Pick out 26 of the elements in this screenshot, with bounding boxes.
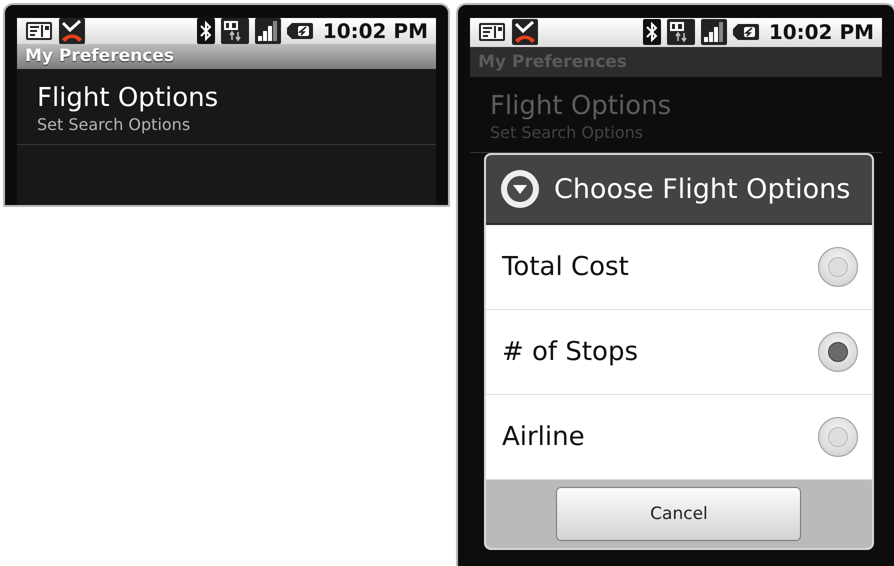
preference-summary: Set Search Options	[37, 114, 192, 134]
battery-charging-icon	[286, 22, 313, 40]
mobile-data-icon	[220, 18, 249, 44]
option-label[interactable]: Airline	[502, 422, 585, 452]
signal-bars-icon	[254, 18, 281, 44]
preference-title[interactable]: Flight Options	[37, 82, 416, 113]
battery-charging-icon	[732, 23, 759, 42]
radio-button[interactable]	[818, 247, 858, 287]
clock-time: 10:02 PM	[768, 20, 874, 44]
dialog-title: Choose Flight Options	[554, 174, 850, 204]
radio-button[interactable]	[818, 417, 858, 457]
notification-card-icon	[25, 20, 53, 42]
missed-call-icon	[512, 19, 538, 46]
missed-call-icon	[59, 18, 85, 44]
radio-button[interactable]	[818, 332, 858, 372]
option-label[interactable]: Total Cost	[502, 252, 629, 282]
cancel-button[interactable]: Cancel	[556, 487, 802, 541]
dropdown-circle-icon	[500, 169, 540, 209]
signal-bars-icon	[700, 19, 727, 46]
bluetooth-icon	[642, 19, 661, 46]
option-label[interactable]: # of Stops	[502, 337, 638, 367]
title-bar: My Preferences	[17, 44, 436, 69]
notification-card-icon	[478, 21, 506, 44]
mobile-data-icon	[666, 19, 695, 46]
bluetooth-icon	[196, 18, 215, 44]
clock-time: 10:02 PM	[322, 19, 428, 43]
